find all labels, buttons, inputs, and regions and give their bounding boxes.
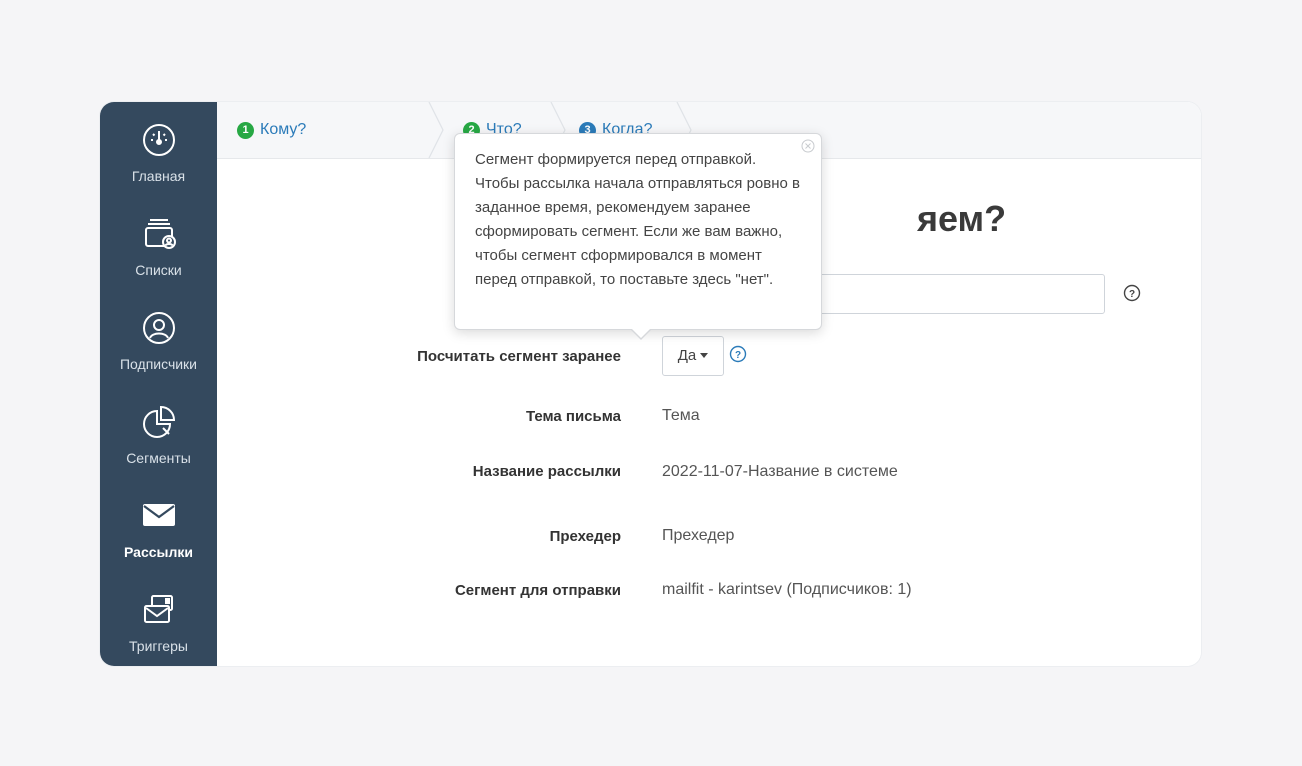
select-value: Да bbox=[677, 347, 697, 364]
trigger-mail-icon bbox=[139, 590, 179, 630]
sidebar-item-lists[interactable]: Списки bbox=[100, 214, 217, 278]
tooltip-arrow-inner bbox=[631, 328, 651, 338]
dashboard-icon bbox=[139, 120, 179, 160]
envelope-icon bbox=[139, 496, 179, 536]
sidebar-item-segments[interactable]: Сегменты bbox=[100, 402, 217, 466]
sidebar-item-label: Сегменты bbox=[126, 450, 191, 466]
page-title: яем? bbox=[917, 198, 1007, 239]
sidebar-item-triggers[interactable]: Триггеры bbox=[100, 590, 217, 654]
sidebar-item-campaigns[interactable]: Рассылки bbox=[100, 496, 217, 560]
sidebar-item-label: Списки bbox=[135, 262, 182, 278]
close-icon[interactable] bbox=[801, 139, 815, 153]
tooltip-text: Сегмент формируется перед отправкой. Что… bbox=[475, 151, 800, 288]
svg-text:?: ? bbox=[735, 350, 741, 361]
tab-step-recipients[interactable]: 1 Кому? bbox=[237, 102, 306, 158]
sidebar-item-label: Главная bbox=[131, 168, 186, 184]
step-separator-icon bbox=[428, 102, 444, 158]
chevron-down-icon bbox=[700, 353, 709, 358]
sidebar-item-label: Подписчики bbox=[119, 356, 197, 372]
svg-text:?: ? bbox=[1129, 289, 1135, 300]
contact-list-icon bbox=[139, 214, 179, 254]
step-number-badge: 1 bbox=[237, 122, 254, 139]
preheader-value: Прехедер bbox=[662, 527, 735, 544]
segment-value: mailfit - karintsev (Подписчиков: 1) bbox=[662, 581, 912, 598]
help-tooltip: Сегмент формируется перед отправкой. Что… bbox=[454, 133, 822, 340]
sidebar: Главная Списки Подписчики Сегменты Рассы… bbox=[100, 102, 217, 666]
campaign-name-value: 2022-11-07-Название в системе bbox=[662, 463, 898, 480]
segment-label: Сегмент для отправки bbox=[454, 582, 621, 599]
sidebar-item-label: Триггеры bbox=[129, 638, 188, 654]
subject-value: Тема bbox=[662, 407, 700, 424]
precount-segment-select[interactable]: Да bbox=[662, 336, 724, 376]
preheader-label: Прехедер bbox=[549, 528, 621, 545]
user-icon bbox=[139, 308, 179, 348]
sidebar-item-label: Рассылки bbox=[124, 544, 193, 560]
help-icon[interactable]: ? bbox=[729, 345, 747, 363]
sidebar-item-home[interactable]: Главная bbox=[100, 120, 217, 184]
sidebar-item-subscribers[interactable]: Подписчики bbox=[100, 308, 217, 372]
subject-label: Тема письма bbox=[525, 408, 621, 425]
campaign-name-label: Название рассылки bbox=[472, 463, 621, 480]
pie-chart-icon bbox=[139, 402, 179, 442]
send-time-input[interactable] bbox=[817, 274, 1105, 314]
help-icon[interactable]: ? bbox=[1123, 284, 1141, 302]
precount-segment-label: Посчитать сегмент заранее bbox=[417, 348, 621, 365]
step-label: Кому? bbox=[260, 121, 307, 138]
